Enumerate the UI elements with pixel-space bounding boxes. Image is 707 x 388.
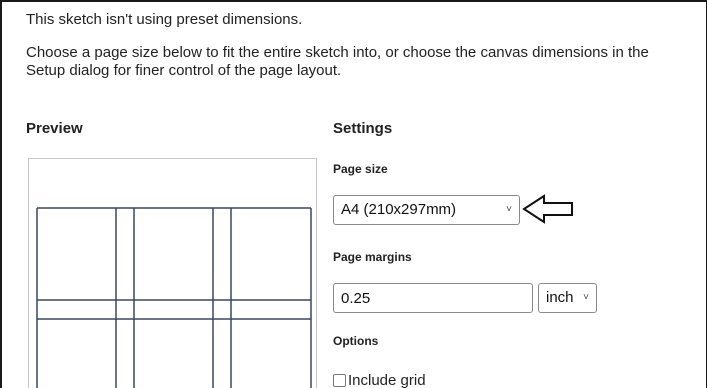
- page-margins-input[interactable]: [333, 283, 533, 313]
- options-label: Options: [333, 334, 379, 348]
- margin-unit-select[interactable]: inch ˅: [538, 283, 597, 313]
- page-size-value: A4 (210x297mm): [341, 201, 457, 218]
- chevron-down-icon: ˅: [583, 292, 589, 303]
- print-dialog: This sketch isn't using preset dimension…: [0, 0, 707, 388]
- page-preview: [28, 158, 317, 388]
- margin-unit-value: inch: [546, 289, 574, 306]
- page-size-select[interactable]: A4 (210x297mm) ˅: [333, 195, 520, 225]
- instructions-message: Choose a page size below to fit the enti…: [26, 44, 649, 79]
- include-grid-checkbox[interactable]: [333, 374, 346, 387]
- arrow-left-outline-icon: [522, 194, 573, 224]
- notice-message: This sketch isn't using preset dimension…: [26, 11, 303, 28]
- include-grid-label: Include grid: [348, 372, 426, 388]
- page-margins-label: Page margins: [333, 250, 412, 264]
- preview-heading: Preview: [26, 120, 83, 137]
- settings-heading: Settings: [333, 120, 393, 137]
- chevron-down-icon: ˅: [506, 204, 512, 215]
- page-size-label: Page size: [333, 162, 388, 176]
- include-grid-option[interactable]: Include grid: [333, 372, 426, 388]
- preview-grid-drawing: [36, 207, 312, 388]
